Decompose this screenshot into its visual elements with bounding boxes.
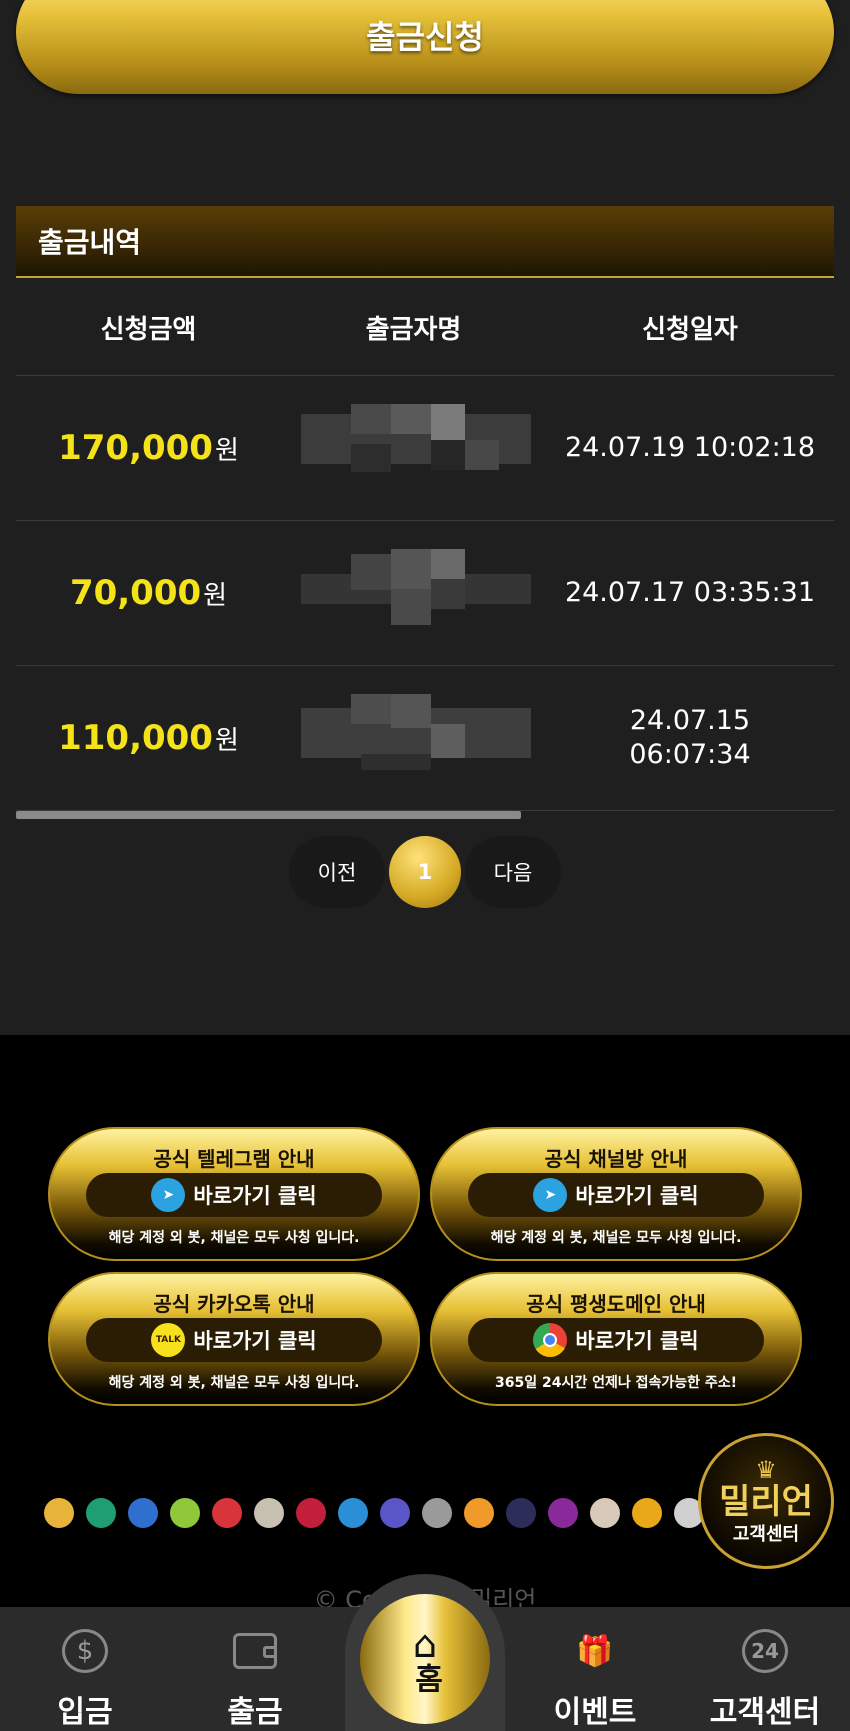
amount-cell: 110,000원 xyxy=(16,718,281,758)
date-time-value: 06:07:34 xyxy=(629,739,751,770)
banner-cta: 바로가기 클릭 xyxy=(575,1184,699,1208)
tab-label: 입금 xyxy=(57,1695,113,1730)
table-row: 70,000원 24.07.17 03:35:31 xyxy=(16,521,834,666)
chrome-icon xyxy=(533,1323,568,1357)
tab-event[interactable]: 🎁 이벤트 xyxy=(510,1607,680,1731)
clock-24-icon: 24 xyxy=(742,1629,788,1673)
date-cell: 24.07.19 10:02:18 xyxy=(546,431,834,465)
currency-suffix: 원 xyxy=(203,581,228,611)
kakaotalk-icon: TALK xyxy=(151,1323,186,1357)
withdraw-history-title: 출금내역 xyxy=(38,226,142,259)
column-header-date: 신청일자 xyxy=(642,315,738,345)
table-row: 110,000원 24.07.15 06:07:34 xyxy=(16,666,834,811)
amount-value: 70,000 xyxy=(69,573,202,613)
pixelated-redaction xyxy=(301,404,546,492)
next-page-button[interactable]: 다음 xyxy=(465,836,561,908)
name-cell-redacted xyxy=(281,666,546,810)
provider-logo-icon xyxy=(548,1498,578,1528)
telegram-icon: ➤ xyxy=(533,1178,568,1212)
tab-deposit[interactable]: $ 입금 xyxy=(0,1607,170,1731)
prev-page-button[interactable]: 이전 xyxy=(289,836,385,908)
tab-label: 이벤트 xyxy=(553,1695,637,1730)
telegram-banner[interactable]: 공식 텔레그램 안내 ➤ 바로가기 클릭 해당 계정 외 봇, 채널은 모두 사… xyxy=(48,1127,420,1261)
date-value: 24.07.19 10:02:18 xyxy=(564,432,816,463)
banner-note: 해당 계정 외 봇, 채널은 모두 사칭 입니다. xyxy=(490,1230,742,1246)
kakaotalk-banner[interactable]: 공식 카카오톡 안내 TALK 바로가기 클릭 해당 계정 외 봇, 채널은 모… xyxy=(48,1272,420,1406)
amount-value: 170,000 xyxy=(58,428,213,468)
tab-label: 고객센터 xyxy=(709,1695,821,1730)
banner-cta: 바로가기 클릭 xyxy=(193,1184,317,1208)
provider-logo-icon xyxy=(44,1498,74,1528)
provider-logo-icon xyxy=(338,1498,368,1528)
page-1-button[interactable]: 1 xyxy=(389,836,461,908)
name-cell-redacted xyxy=(281,521,546,665)
badge-label: 고객센터 xyxy=(732,1524,800,1545)
banner-shortcut-button[interactable]: ➤ 바로가기 클릭 xyxy=(468,1173,764,1217)
banner-shortcut-button[interactable]: ➤ 바로가기 클릭 xyxy=(86,1173,382,1217)
home-icon: ⌂ xyxy=(412,1622,438,1666)
telegram-icon: ➤ xyxy=(151,1178,186,1212)
dollar-icon: $ xyxy=(62,1629,108,1673)
amount-value: 110,000 xyxy=(58,718,213,758)
amount-cell: 170,000원 xyxy=(16,428,281,468)
provider-logo-icon xyxy=(86,1498,116,1528)
banner-note: 365일 24시간 언제나 접속가능한 주소! xyxy=(494,1375,738,1391)
name-cell-redacted xyxy=(281,376,546,520)
provider-logo-icon xyxy=(590,1498,620,1528)
provider-logo-icon xyxy=(380,1498,410,1528)
badge-brand: 밀리언 xyxy=(719,1482,813,1522)
pixelated-redaction xyxy=(301,549,546,637)
tab-support[interactable]: 24 고객센터 xyxy=(680,1607,850,1731)
table-header: 신청금액 출금자명 신청일자 xyxy=(16,280,834,376)
currency-suffix: 원 xyxy=(214,726,239,756)
date-cell: 24.07.17 03:35:31 xyxy=(546,576,834,610)
provider-logo-icon xyxy=(296,1498,326,1528)
column-header-amount: 신청금액 xyxy=(100,315,197,345)
tab-home[interactable]: ⌂ 홈 xyxy=(360,1594,490,1724)
provider-logo-icon xyxy=(212,1498,242,1528)
banner-note: 해당 계정 외 봇, 채널은 모두 사칭 입니다. xyxy=(108,1230,360,1246)
game-provider-logos xyxy=(44,1498,746,1528)
banner-title: 공식 평생도메인 안내 xyxy=(526,1292,706,1316)
provider-logo-icon xyxy=(632,1498,662,1528)
banner-shortcut-button[interactable]: 바로가기 클릭 xyxy=(468,1318,764,1362)
table-row: 170,000원 24.07.19 10:02:18 xyxy=(16,376,834,521)
banner-title: 공식 채널방 안내 xyxy=(544,1147,688,1171)
crown-icon: ♛ xyxy=(755,1456,777,1484)
date-value: 24.07.15 xyxy=(629,705,751,736)
provider-logo-icon xyxy=(254,1498,284,1528)
pagination: 이전 1 다음 xyxy=(0,836,850,908)
banner-title: 공식 카카오톡 안내 xyxy=(153,1292,315,1316)
column-header-name: 출금자명 xyxy=(365,315,462,345)
customer-center-badge[interactable]: ♛ 밀리언 고객센터 xyxy=(698,1433,834,1569)
wallet-icon xyxy=(229,1629,281,1673)
withdraw-request-button[interactable]: 출금신청 xyxy=(16,0,834,94)
banner-note: 해당 계정 외 봇, 채널은 모두 사칭 입니다. xyxy=(108,1375,360,1391)
provider-logo-icon xyxy=(464,1498,494,1528)
amount-cell: 70,000원 xyxy=(16,573,281,613)
banner-shortcut-button[interactable]: TALK 바로가기 클릭 xyxy=(86,1318,382,1362)
channel-banner[interactable]: 공식 채널방 안내 ➤ 바로가기 클릭 해당 계정 외 봇, 채널은 모두 사칭… xyxy=(430,1127,802,1261)
tab-label: 출금 xyxy=(227,1695,283,1730)
horizontal-scrollbar[interactable] xyxy=(16,811,521,819)
date-value: 24.07.17 03:35:31 xyxy=(564,577,816,608)
provider-logo-icon xyxy=(170,1498,200,1528)
tab-withdraw[interactable]: 출금 xyxy=(170,1607,340,1731)
provider-logo-icon xyxy=(128,1498,158,1528)
domain-banner[interactable]: 공식 평생도메인 안내 바로가기 클릭 365일 24시간 언제나 접속가능한 … xyxy=(430,1272,802,1406)
withdraw-request-label: 출금신청 xyxy=(366,18,484,56)
pixelated-redaction xyxy=(301,694,546,782)
banner-title: 공식 텔레그램 안내 xyxy=(153,1147,315,1171)
provider-logo-icon xyxy=(506,1498,536,1528)
banner-cta: 바로가기 클릭 xyxy=(575,1329,699,1353)
currency-suffix: 원 xyxy=(214,436,239,466)
banner-cta: 바로가기 클릭 xyxy=(193,1329,317,1353)
tab-label: 홈 xyxy=(408,1663,443,1693)
date-cell: 24.07.15 06:07:34 xyxy=(546,704,834,772)
withdraw-history-table: 신청금액 출금자명 신청일자 170,000원 24.07.19 10:02:1… xyxy=(16,280,834,819)
provider-logo-icon xyxy=(422,1498,452,1528)
gift-icon: 🎁 xyxy=(576,1633,614,1669)
withdraw-history-header: 출금내역 xyxy=(16,206,834,278)
